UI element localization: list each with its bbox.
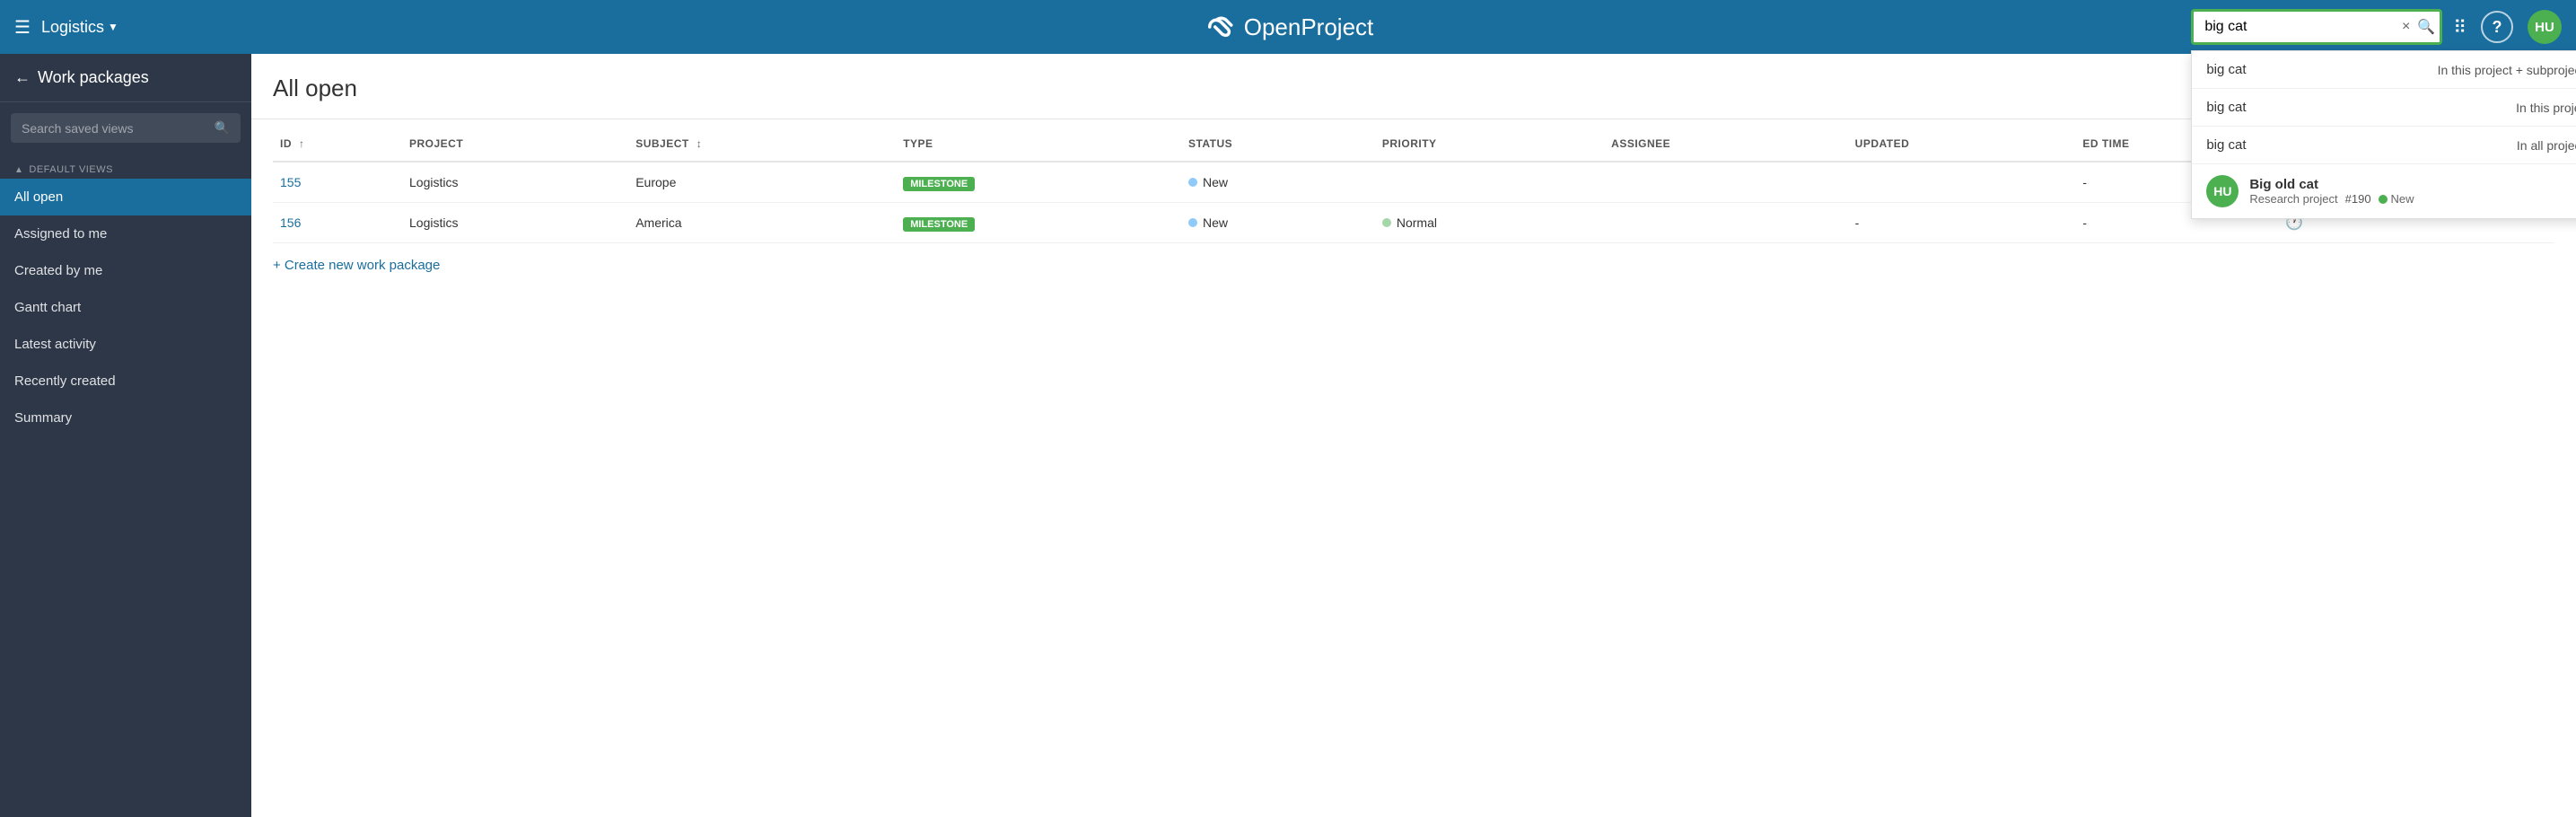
page-title: All open	[273, 75, 357, 102]
row-1-milestone-badge: MILESTONE	[903, 217, 975, 232]
result-status-0: New	[2379, 192, 2414, 206]
sidebar: ← Work packages 🔍 ▲ DEFAULT VIEWS All op…	[0, 54, 251, 817]
th-subject[interactable]: SUBJECT ↕	[628, 127, 896, 162]
topbar: ☰ Logistics ▼ OpenProject × 🔍 big cat In…	[0, 0, 2576, 54]
sidebar-item-created-by-me[interactable]: Created by me	[0, 252, 251, 289]
project-dropdown-icon: ▼	[108, 21, 118, 33]
row-1-project: Logistics	[402, 203, 628, 243]
search-option-0[interactable]: big cat In this project + subprojects ↵	[2192, 51, 2576, 89]
row-1-type: MILESTONE	[896, 203, 1181, 243]
main-layout: ← Work packages 🔍 ▲ DEFAULT VIEWS All op…	[0, 54, 2576, 817]
row-0-priority	[1375, 162, 1604, 203]
th-priority[interactable]: PRIORITY	[1375, 127, 1604, 162]
sidebar-item-summary[interactable]: Summary	[0, 400, 251, 436]
project-name[interactable]: Logistics ▼	[41, 18, 118, 37]
sidebar-back-arrow[interactable]: ←	[14, 68, 31, 87]
grid-icon[interactable]: ⠿	[2453, 16, 2466, 39]
th-type[interactable]: TYPE	[896, 127, 1181, 162]
global-search-wrapper: × 🔍 big cat In this project + subproject…	[2191, 9, 2442, 45]
row-1-priority: Normal	[1375, 203, 1604, 243]
sidebar-item-all-open[interactable]: All open	[0, 179, 251, 215]
section-toggle-icon[interactable]: ▲	[14, 165, 23, 175]
row-1-status-dot	[1188, 218, 1197, 227]
row-1-priority-dot	[1382, 218, 1391, 227]
sidebar-header: ← Work packages	[0, 54, 251, 102]
topbar-left: ☰ Logistics ▼	[14, 16, 118, 39]
row-1-updated: -	[1848, 203, 2076, 243]
row-0-milestone-badge: MILESTONE	[903, 177, 975, 191]
result-info-0: Big old cat Research project #190 New	[2249, 177, 2414, 206]
sort-icon-subject: ↕	[697, 137, 703, 150]
row-1-status: New	[1181, 203, 1375, 243]
row-0-id-link[interactable]: 155	[280, 175, 301, 189]
row-1-id-link[interactable]: 156	[280, 215, 301, 230]
th-id[interactable]: ID ↑	[273, 127, 402, 162]
status-dot-0	[2379, 195, 2388, 204]
row-0-assignee	[1604, 162, 1848, 203]
sidebar-item-latest-activity[interactable]: Latest activity	[0, 326, 251, 363]
row-0-type: MILESTONE	[896, 162, 1181, 203]
openproject-logo-text: OpenProject	[1244, 13, 1374, 41]
create-work-package-link[interactable]: + Create new work package	[273, 243, 440, 280]
result-meta-0: Research project #190 New	[2249, 192, 2414, 206]
sidebar-search-input[interactable]	[22, 121, 207, 136]
row-1-assignee	[1604, 203, 1848, 243]
sort-icon-id: ↑	[299, 137, 305, 150]
topbar-icons: ⠿ ? HU	[2453, 10, 2562, 44]
row-0-status: New	[1181, 162, 1375, 203]
hamburger-icon[interactable]: ☰	[14, 16, 31, 39]
sidebar-item-gantt-chart[interactable]: Gantt chart	[0, 289, 251, 326]
topbar-right: × 🔍 big cat In this project + subproject…	[2191, 9, 2562, 45]
row-0-updated	[1848, 162, 2076, 203]
search-clear-icon[interactable]: ×	[2402, 19, 2410, 35]
th-assignee[interactable]: ASSIGNEE	[1604, 127, 1848, 162]
result-avatar-0: HU	[2206, 175, 2239, 207]
sidebar-title: Work packages	[38, 68, 149, 87]
sidebar-item-assigned-to-me[interactable]: Assigned to me	[0, 215, 251, 252]
th-project[interactable]: PROJECT	[402, 127, 628, 162]
row-1-subject: America	[628, 203, 896, 243]
sidebar-search[interactable]: 🔍	[11, 113, 241, 143]
user-avatar[interactable]: HU	[2528, 10, 2562, 44]
row-0-status-dot	[1188, 178, 1197, 187]
result-title-0: Big old cat	[2249, 177, 2414, 192]
th-status[interactable]: STATUS	[1181, 127, 1375, 162]
sidebar-item-recently-created[interactable]: Recently created	[0, 363, 251, 400]
search-submit-icon[interactable]: 🔍	[2417, 18, 2435, 36]
search-option-2[interactable]: big cat In all projects ↵	[2192, 127, 2576, 164]
search-option-1[interactable]: big cat In this project ↵	[2192, 89, 2576, 127]
row-0-project: Logistics	[402, 162, 628, 203]
row-0-subject: Europe	[628, 162, 896, 203]
search-dropdown: big cat In this project + subprojects ↵ …	[2191, 50, 2576, 219]
search-result-0[interactable]: HU Big old cat Research project #190 New	[2192, 164, 2576, 218]
sidebar-search-icon: 🔍	[215, 120, 230, 136]
openproject-logo-icon	[1203, 14, 1235, 40]
sidebar-section-label: ▲ DEFAULT VIEWS	[0, 154, 251, 179]
th-updated[interactable]: UPDATED	[1848, 127, 2076, 162]
help-button[interactable]: ?	[2481, 11, 2513, 43]
topbar-center: OpenProject	[1203, 13, 1374, 41]
